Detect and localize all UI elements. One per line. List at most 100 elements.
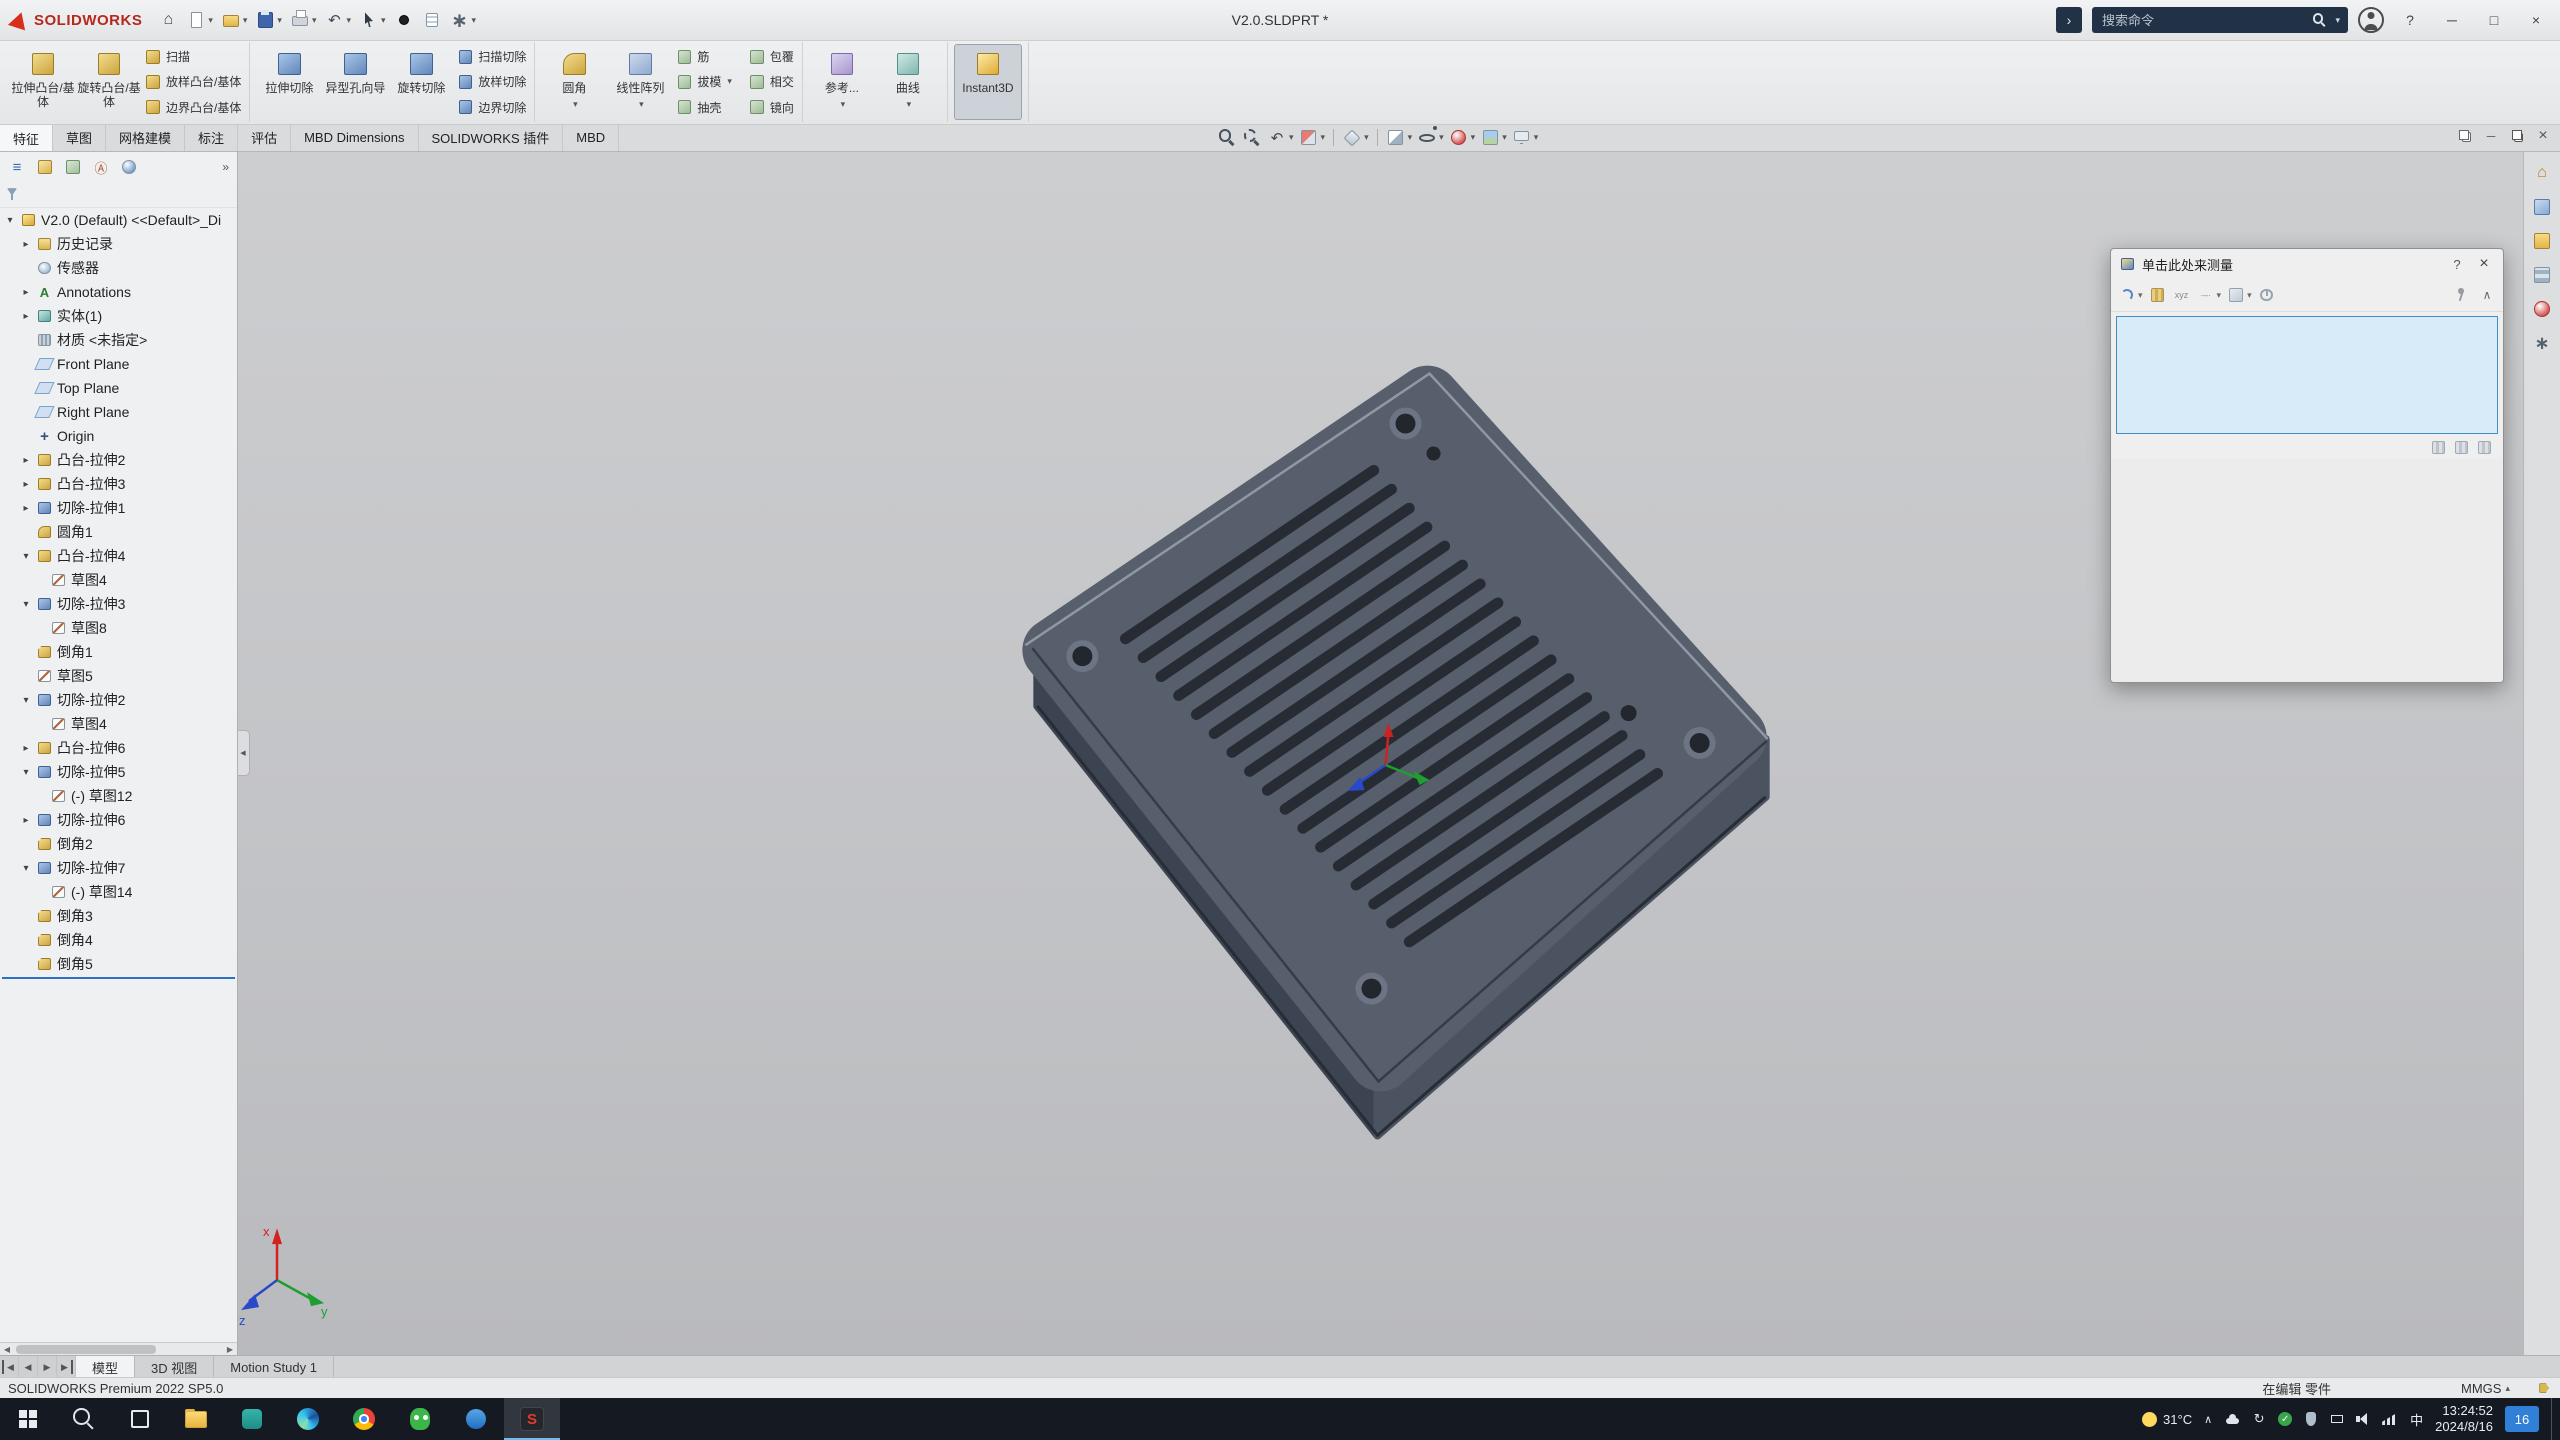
dropdown-arrow-icon[interactable]: ▾ xyxy=(907,99,912,109)
qa-gear-button[interactable]: ▾ xyxy=(447,6,480,34)
tree-item[interactable]: 倒角4 xyxy=(0,928,237,952)
fm-display-button[interactable] xyxy=(116,155,142,179)
qa-undo-button[interactable]: ▾ xyxy=(321,6,354,34)
tree-item[interactable]: ▾凸台-拉伸4 xyxy=(0,544,237,568)
display-style-button[interactable]: ▾ xyxy=(1385,127,1414,149)
zoom-area-button[interactable] xyxy=(1241,127,1263,149)
command-tab[interactable]: 标注 xyxy=(185,124,238,151)
search-box[interactable]: ▾ xyxy=(2092,7,2348,33)
command-tab[interactable]: 网格建模 xyxy=(106,124,185,151)
expand-arrow-icon[interactable]: ▾ xyxy=(4,215,16,226)
doc-tab[interactable]: Motion Study 1 xyxy=(214,1356,334,1378)
tree-item[interactable]: 草图4 xyxy=(0,568,237,592)
doc-tab[interactable]: 3D 视图 xyxy=(135,1356,214,1378)
cloud-tray-icon[interactable] xyxy=(2224,1410,2242,1428)
expand-arrow-icon[interactable]: ▸ xyxy=(20,239,32,250)
shield-tray-icon[interactable] xyxy=(2302,1410,2320,1428)
tp-appearance-button[interactable] xyxy=(2528,296,2556,322)
ribbon-large-button[interactable]: 旋转凸台/基体 xyxy=(76,44,142,120)
measure-dialog-titlebar[interactable]: 单击此处来测量 ? × xyxy=(2111,249,2503,279)
dropdown-arrow-icon[interactable]: ▾ xyxy=(1364,132,1369,143)
tp-explorer-button[interactable] xyxy=(2528,228,2556,254)
tag-icon[interactable] xyxy=(2536,1380,2552,1396)
dropdown-arrow-icon[interactable]: ▾ xyxy=(1471,132,1476,143)
tree-item[interactable]: ▸凸台-拉伸2 xyxy=(0,448,237,472)
scrollbar-thumb[interactable] xyxy=(16,1345,156,1354)
tree-item[interactable]: 草图5 xyxy=(0,664,237,688)
qa-cursor-button[interactable]: ▾ xyxy=(356,6,389,34)
xyz-button[interactable] xyxy=(2172,285,2192,305)
win-cascade-button[interactable] xyxy=(2456,127,2474,148)
expand-arrow-icon[interactable]: ▸ xyxy=(20,815,32,826)
qa-save-button[interactable]: ▾ xyxy=(252,6,285,34)
search-expand-button[interactable]: › xyxy=(2056,7,2082,33)
ribbon-small-button[interactable]: 边界凸台/基体 xyxy=(142,95,243,120)
proj-button[interactable]: ▾ xyxy=(2226,285,2253,305)
tree-item[interactable]: ▸切除-拉伸6 xyxy=(0,808,237,832)
dropdown-arrow-icon[interactable]: ▾ xyxy=(2138,290,2143,301)
user-account-icon[interactable] xyxy=(2358,7,2384,33)
usb-tray-icon[interactable] xyxy=(2328,1410,2346,1428)
network-tray-icon[interactable] xyxy=(2380,1410,2398,1428)
ribbon-small-button[interactable]: 拔模▾ xyxy=(673,69,734,94)
expand-arrow-icon[interactable]: ▸ xyxy=(20,743,32,754)
dropdown-arrow-icon[interactable]: ▾ xyxy=(727,76,732,87)
collapse-button[interactable] xyxy=(2477,285,2497,305)
ribbon-small-button[interactable]: 扫描 xyxy=(142,44,243,69)
qa-print-button[interactable]: ▾ xyxy=(287,6,320,34)
appearance-button[interactable]: ▾ xyxy=(1448,127,1477,149)
taskbar-edge-button[interactable] xyxy=(280,1398,336,1440)
zoom-fit-button[interactable] xyxy=(1216,127,1238,149)
taskbar-teal-button[interactable] xyxy=(224,1398,280,1440)
ribbon-large-button[interactable]: 拉伸切除 xyxy=(256,44,322,120)
measure-help-button[interactable]: ? xyxy=(2447,257,2467,272)
show-desktop-button[interactable] xyxy=(2551,1398,2558,1440)
dropdown-arrow-icon[interactable]: ▾ xyxy=(1534,132,1539,143)
maximize-button[interactable]: □ xyxy=(2478,6,2510,34)
ribbon-large-button[interactable]: 线性阵列▾ xyxy=(607,44,673,120)
ribbon-large-button[interactable]: 圆角▾ xyxy=(541,44,607,120)
command-tab[interactable]: 特征 xyxy=(0,124,53,151)
tree-item[interactable]: 材质 <未指定> xyxy=(0,328,237,352)
ruler-c-icon[interactable] xyxy=(2476,439,2493,456)
prev-view-button[interactable]: ▾ xyxy=(1266,127,1295,149)
qa-sheet-button[interactable] xyxy=(419,6,445,34)
tree-item[interactable]: 传感器 xyxy=(0,256,237,280)
fm-dimx-button[interactable] xyxy=(88,155,114,179)
minimize-button[interactable]: ─ xyxy=(2436,6,2468,34)
ribbon-small-button[interactable]: 放样凸台/基体 xyxy=(142,69,243,94)
taskbar-blue-button[interactable] xyxy=(448,1398,504,1440)
ribbon-large-button[interactable]: Instant3D xyxy=(954,44,1022,120)
sync-tray-icon[interactable] xyxy=(2250,1410,2268,1428)
ribbon-small-button[interactable]: 筋 xyxy=(673,44,734,69)
tree-item[interactable]: ▸凸台-拉伸3 xyxy=(0,472,237,496)
view-settings-button[interactable]: ▾ xyxy=(1511,127,1540,149)
clock[interactable]: 13:24:52 2024/8/16 xyxy=(2435,1403,2493,1436)
next-tab-button[interactable] xyxy=(38,1356,57,1378)
filter-funnel-icon[interactable] xyxy=(4,187,20,203)
prev-tab-button[interactable] xyxy=(19,1356,38,1378)
dropdown-arrow-icon[interactable]: ▾ xyxy=(312,15,317,26)
dropdown-arrow-icon[interactable]: ▾ xyxy=(208,15,213,26)
panel-chevron-button[interactable]: » xyxy=(222,160,233,174)
fm-config-button[interactable] xyxy=(32,155,58,179)
dropdown-arrow-icon[interactable]: ▾ xyxy=(1408,132,1413,143)
command-tab[interactable]: SOLIDWORKS 插件 xyxy=(419,124,564,151)
tree-item[interactable]: ▾切除-拉伸3 xyxy=(0,592,237,616)
dropdown-arrow-icon[interactable]: ▾ xyxy=(1321,132,1326,143)
qa-home-button[interactable] xyxy=(155,6,181,34)
tree-item[interactable]: 倒角1 xyxy=(0,640,237,664)
dropdown-arrow-icon[interactable]: ▾ xyxy=(1439,132,1444,143)
ribbon-large-button[interactable]: 拉伸凸台/基体 xyxy=(10,44,76,120)
tree-item[interactable]: Front Plane xyxy=(0,352,237,376)
ribbon-small-button[interactable]: 包覆 xyxy=(746,44,796,69)
tp-library-button[interactable] xyxy=(2528,194,2556,220)
cube-button[interactable]: ▾ xyxy=(1341,127,1370,149)
rollback-bar[interactable] xyxy=(2,977,235,979)
tree-item[interactable]: ▾切除-拉伸5 xyxy=(0,760,237,784)
qa-page-button[interactable]: ▾ xyxy=(183,6,216,34)
search-icon[interactable] xyxy=(2311,12,2327,28)
tree-item[interactable]: ▸历史记录 xyxy=(0,232,237,256)
measure-selection-box[interactable] xyxy=(2116,316,2498,434)
expand-arrow-icon[interactable]: ▸ xyxy=(20,503,32,514)
